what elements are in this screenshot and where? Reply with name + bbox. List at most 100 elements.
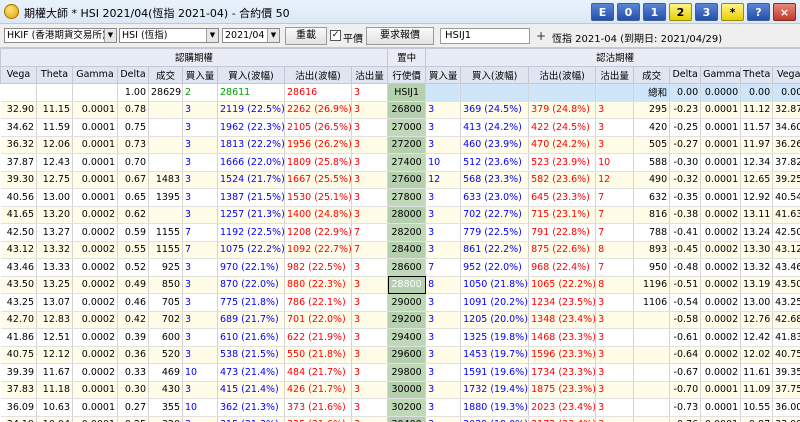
- col-header-call-theta[interactable]: Theta: [36, 65, 73, 84]
- put-bid[interactable]: 1091 (20.2%): [460, 293, 530, 312]
- put-delta[interactable]: -0.41: [669, 223, 702, 242]
- call-ask-qty[interactable]: 7: [351, 241, 389, 259]
- table-cell[interactable]: [595, 83, 635, 102]
- call-ask-qty[interactable]: 3: [351, 416, 389, 422]
- future-delta[interactable]: 1.00: [117, 83, 149, 102]
- strike-price[interactable]: 28000: [387, 206, 427, 224]
- call-gamma[interactable]: 0.0001: [72, 416, 118, 422]
- call-bid[interactable]: 1192 (22.5%): [217, 223, 285, 242]
- call-vega[interactable]: 34.62: [0, 118, 37, 137]
- table-cell[interactable]: [0, 83, 37, 102]
- chevron-down-icon[interactable]: ▼: [206, 29, 218, 42]
- call-gamma[interactable]: 0.0002: [72, 276, 118, 294]
- call-theta[interactable]: 12.06: [36, 136, 73, 154]
- col-header-put-gamma[interactable]: Gamma: [700, 65, 742, 84]
- call-delta[interactable]: 0.59: [117, 223, 149, 242]
- col-header-put-vega[interactable]: Vega: [772, 65, 800, 84]
- put-total-delta[interactable]: 0.00: [669, 83, 702, 102]
- call-vega[interactable]: 37.87: [0, 153, 37, 172]
- put-vega[interactable]: 40.75: [772, 346, 800, 364]
- call-gamma[interactable]: 0.0001: [72, 381, 118, 399]
- put-bid-qty[interactable]: 3: [425, 241, 462, 259]
- put-vega[interactable]: 39.25: [772, 171, 800, 189]
- strike-price[interactable]: 28400: [387, 241, 427, 259]
- call-vega[interactable]: 37.83: [0, 381, 37, 399]
- call-theta[interactable]: 13.00: [36, 188, 73, 207]
- put-delta[interactable]: -0.35: [669, 188, 702, 207]
- call-vega[interactable]: 43.12: [0, 241, 37, 259]
- call-gamma[interactable]: 0.0001: [72, 171, 118, 189]
- call-theta[interactable]: 10.04: [36, 416, 73, 422]
- call-bid[interactable]: 1075 (22.2%): [217, 241, 285, 259]
- put-ask-qty[interactable]: 7: [595, 258, 635, 277]
- call-gamma[interactable]: 0.0001: [72, 188, 118, 207]
- strike-price[interactable]: 29000: [387, 293, 427, 312]
- call-delta[interactable]: 0.73: [117, 136, 149, 154]
- call-volume[interactable]: 430: [148, 381, 183, 399]
- call-vega[interactable]: 43.46: [0, 258, 37, 277]
- call-ask-qty[interactable]: 3: [351, 311, 389, 329]
- put-bid[interactable]: 512 (23.6%): [460, 153, 530, 172]
- strike-price[interactable]: 28200: [387, 223, 427, 242]
- put-delta[interactable]: -0.67: [669, 363, 702, 382]
- call-gamma[interactable]: 0.0002: [72, 311, 118, 329]
- put-ask[interactable]: 523 (23.9%): [528, 153, 597, 172]
- strike-price[interactable]: 29600: [387, 346, 427, 364]
- put-volume[interactable]: [633, 328, 671, 347]
- future-ask[interactable]: 28616: [284, 83, 352, 102]
- call-volume[interactable]: [148, 153, 183, 172]
- put-delta[interactable]: -0.38: [669, 206, 702, 224]
- strike-price[interactable]: 29400: [387, 328, 427, 347]
- call-vega[interactable]: 36.32: [0, 136, 37, 154]
- mode-button-1[interactable]: 1: [643, 3, 666, 21]
- strike-price[interactable]: 27600: [387, 171, 427, 189]
- call-gamma[interactable]: 0.0002: [72, 346, 118, 364]
- col-header-strike[interactable]: 行使價: [387, 65, 427, 84]
- put-bid[interactable]: 460 (23.9%): [460, 136, 530, 154]
- put-ask[interactable]: 1234 (23.5%): [528, 293, 597, 312]
- call-gamma[interactable]: 0.0001: [72, 398, 118, 417]
- call-vega[interactable]: 42.70: [0, 311, 37, 329]
- col-header-call-gamma[interactable]: Gamma: [72, 65, 118, 84]
- table-row[interactable]: 42.70 12.83 0.0002 0.42 702 3 689 (21.7%) 701 (…: [0, 311, 800, 329]
- put-gamma[interactable]: 0.0001: [700, 381, 742, 399]
- call-ask[interactable]: 1530 (25.1%): [284, 188, 352, 207]
- table-row[interactable]: 43.12 13.32 0.0002 0.55 1155 7 1075 (22.2%) 109…: [0, 241, 800, 259]
- mode-button-3[interactable]: 3: [695, 3, 718, 21]
- table-row[interactable]: 41.86 12.51 0.0002 0.39 600 3 610 (21.6%) 622 (…: [0, 328, 800, 347]
- call-ask[interactable]: 786 (22.1%): [284, 293, 352, 312]
- table-row[interactable]: 41.65 13.20 0.0002 0.62 3 1257 (21.3%) 1400 (2…: [0, 206, 800, 224]
- call-delta[interactable]: 0.52: [117, 258, 149, 277]
- col-header-call-vega[interactable]: Vega: [0, 65, 37, 84]
- put-volume[interactable]: [633, 311, 671, 329]
- put-ask[interactable]: 791 (22.8%): [528, 223, 597, 242]
- put-gamma[interactable]: 0.0002: [700, 346, 742, 364]
- put-theta[interactable]: 13.30: [740, 241, 774, 259]
- col-header-put-bid[interactable]: 買入(波幅): [460, 65, 530, 84]
- call-ask-qty[interactable]: 3: [351, 258, 389, 277]
- call-vega[interactable]: 39.39: [0, 363, 37, 382]
- put-theta[interactable]: 11.57: [740, 118, 774, 137]
- put-bid-qty[interactable]: 3: [425, 293, 462, 312]
- call-bid-qty[interactable]: 3: [182, 381, 218, 399]
- put-bid[interactable]: 1205 (20.0%): [460, 311, 530, 329]
- favorite-button[interactable]: *: [721, 3, 744, 21]
- future-bid[interactable]: 28611: [217, 83, 285, 102]
- call-ask[interactable]: 701 (22.0%): [284, 311, 352, 329]
- call-bid-qty[interactable]: 7: [182, 241, 218, 259]
- put-bid-qty[interactable]: 3: [425, 381, 462, 399]
- put-ask-qty[interactable]: 3: [595, 381, 635, 399]
- put-theta[interactable]: 12.34: [740, 153, 774, 172]
- put-ask[interactable]: 1065 (22.2%): [528, 276, 597, 294]
- call-bid-qty[interactable]: 10: [182, 363, 218, 382]
- put-bid[interactable]: 568 (23.3%): [460, 171, 530, 189]
- put-gamma[interactable]: 0.0001: [700, 416, 742, 422]
- call-theta[interactable]: 13.20: [36, 206, 73, 224]
- call-bid-qty[interactable]: 3: [182, 276, 218, 294]
- call-delta[interactable]: 0.67: [117, 171, 149, 189]
- call-delta[interactable]: 0.62: [117, 206, 149, 224]
- call-volume[interactable]: 702: [148, 311, 183, 329]
- put-bid[interactable]: 1591 (19.6%): [460, 363, 530, 382]
- call-theta[interactable]: 13.07: [36, 293, 73, 312]
- call-delta[interactable]: 0.30: [117, 381, 149, 399]
